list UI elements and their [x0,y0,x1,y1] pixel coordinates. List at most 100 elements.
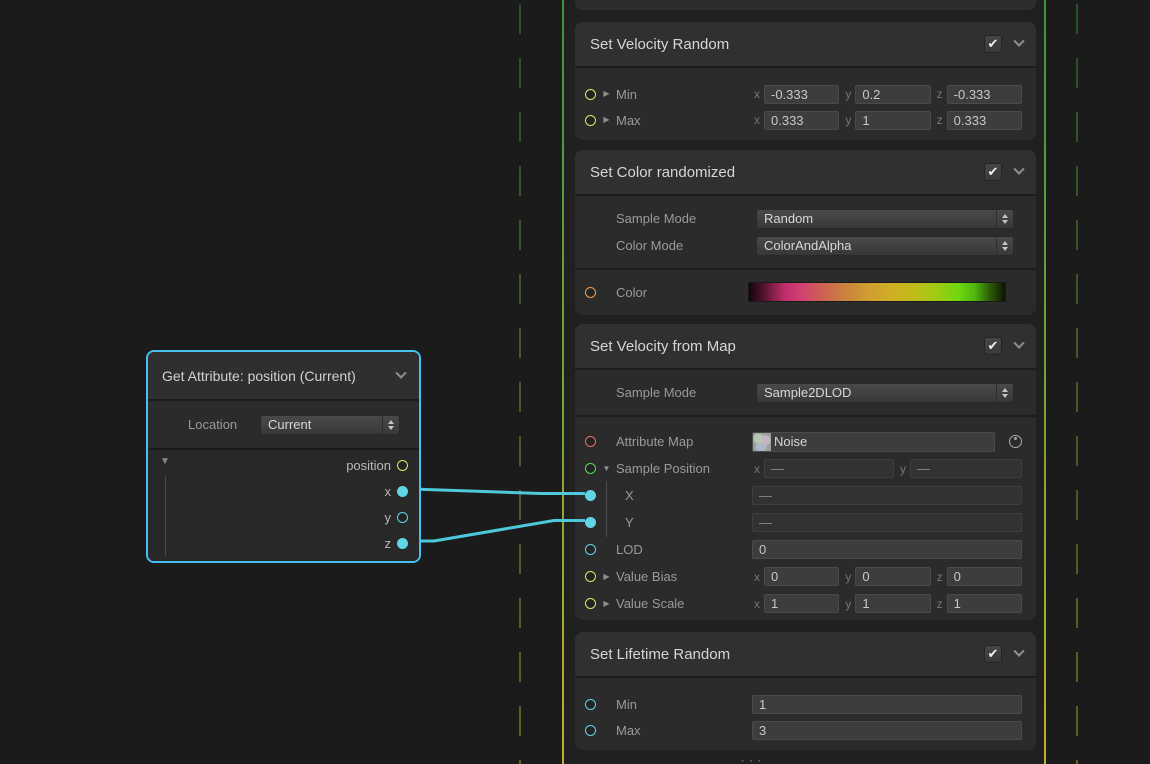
property-row-y: Y— [575,509,1036,536]
expander-expanded-icon[interactable]: ▼ [600,455,613,482]
object-picker-icon[interactable] [1009,435,1022,448]
vfx-graph-canvas[interactable]: Set Velocity Random✔▶Minx-0.333y0.2z-0.3… [0,0,1150,764]
block-title: Set Velocity from Map [590,338,984,355]
chevron-down-icon[interactable] [1013,164,1024,175]
property-label: Max [616,113,748,128]
sample-mode-dropdown[interactable]: Random [756,209,1014,229]
axis-value-field[interactable]: 0 [947,567,1022,586]
setting-row-sample-mode: Sample ModeSample2DLOD [575,379,1036,406]
expander-collapsed-icon[interactable]: ▶ [600,563,613,590]
min-field[interactable]: 1 [752,695,1022,714]
block-set-velocity-random[interactable]: Set Velocity Random✔▶Minx-0.333y0.2z-0.3… [575,22,1036,140]
color-mode-dropdown[interactable]: ColorAndAlpha [756,236,1014,256]
lod-field[interactable]: 0 [752,540,1022,559]
axis-label: z [937,597,943,611]
block-title: Set Color randomized [590,164,984,181]
axis-value-field[interactable]: 1 [764,594,839,613]
location-dropdown[interactable]: Current [260,415,400,435]
enabled-checkbox[interactable]: ✔ [984,163,1002,181]
sample-mode-dropdown[interactable]: Sample2DLOD [756,383,1014,403]
block-set-lifetime-random[interactable]: Set Lifetime Random✔Min1Max3 [575,632,1036,750]
vfx-context[interactable]: Set Velocity Random✔▶Minx-0.333y0.2z-0.3… [562,0,1046,764]
block-set-velocity-from-map[interactable]: Set Velocity from Map✔ Sample ModeSample2… [575,324,1036,620]
block-header[interactable]: Set Color randomized✔ [575,150,1036,194]
port-position[interactable] [397,460,408,471]
block-header[interactable]: Set Velocity Random✔ [575,22,1036,66]
setting-label: Color Mode [616,238,756,253]
port-lod[interactable] [585,544,596,555]
port-y[interactable] [585,517,596,528]
dropdown-arrows-icon [996,237,1013,255]
location-label: Location [188,417,260,432]
port-y[interactable] [397,512,408,523]
port-x[interactable] [585,490,596,501]
value-area: x0y0z0 [748,567,1022,586]
y-linked-field[interactable]: — [752,513,1022,532]
port-color[interactable] [585,287,596,298]
node-get-attribute-position[interactable]: Get Attribute: position (Current) Locati… [146,350,421,563]
max-field[interactable]: 3 [752,721,1022,740]
enabled-checkbox[interactable]: ✔ [984,337,1002,355]
property-row-value-scale: ▶Value Scalex1y1z1 [575,590,1036,617]
block-title: Set Velocity Random [590,36,984,53]
axis-value-field[interactable]: 1 [855,111,930,130]
property-label: Sample Position [616,461,748,476]
expander-collapsed-icon[interactable]: ▶ [600,107,613,133]
port-z[interactable] [397,538,408,549]
axis-label: y [845,570,851,584]
port-value-bias[interactable] [585,571,596,582]
axis-value-field[interactable]: 0.2 [855,85,930,104]
enabled-checkbox[interactable]: ✔ [984,645,1002,663]
value-area: — [748,486,1022,505]
port-value-scale[interactable] [585,598,596,609]
value-area: 1 [748,695,1022,714]
sample-mode-dropdown-value: Random [757,211,996,226]
block-set-color-randomized[interactable]: Set Color randomized✔Sample ModeRandomCo… [575,150,1036,315]
axis-value-field[interactable]: — [764,459,894,478]
axis-value-field[interactable]: — [910,459,1022,478]
axis-value-field[interactable]: -0.333 [764,85,839,104]
property-label: Color [616,285,748,300]
axis-value-field[interactable]: 0.333 [947,111,1022,130]
chevron-down-icon[interactable] [395,367,406,378]
axis-label: y [845,87,851,101]
node-header[interactable]: Get Attribute: position (Current) [148,352,419,399]
property-label: Value Scale [616,596,748,611]
axis-label: y [845,597,851,611]
port-attribute-map[interactable] [585,436,596,447]
property-label: Min [616,87,748,102]
output-row-position: position [148,452,419,478]
axis-value-field[interactable]: 1 [947,594,1022,613]
port-min[interactable] [585,699,596,710]
axis-value-field[interactable]: 0 [764,567,839,586]
expander-collapsed-icon[interactable]: ▶ [600,590,613,617]
chevron-down-icon[interactable] [1013,646,1024,657]
port-min[interactable] [585,89,596,100]
axis-value-field[interactable]: 0 [855,567,930,586]
port-x[interactable] [397,486,408,497]
chevron-down-icon[interactable] [1013,36,1024,47]
color-gradient-field[interactable] [748,282,1006,302]
enabled-checkbox[interactable]: ✔ [984,35,1002,53]
block-title: Set Lifetime Random [590,646,984,663]
axis-value-field[interactable]: -0.333 [947,85,1022,104]
outputs-expander-icon[interactable]: ▼ [160,456,170,467]
value-area: Noise [748,432,1022,452]
expander-collapsed-icon[interactable]: ▶ [600,81,613,107]
block-cropped-top[interactable] [575,0,1036,10]
property-row-value-bias: ▶Value Biasx0y0z0 [575,563,1036,590]
node-location-row: Location Current [148,401,419,448]
port-max[interactable] [585,725,596,736]
port-max[interactable] [585,115,596,126]
axis-value-field[interactable]: 0.333 [764,111,839,130]
axis-value-field[interactable]: 1 [855,594,930,613]
block-header[interactable]: Set Lifetime Random✔ [575,632,1036,676]
x-linked-field[interactable]: — [752,486,1022,505]
chevron-down-icon[interactable] [1013,338,1024,349]
setting-label: Sample Mode [616,385,756,400]
object-name: Noise [771,434,807,449]
object-field-noise[interactable]: Noise [752,432,995,452]
axis-label: x [754,570,760,584]
port-sample-position[interactable] [585,463,596,474]
block-header[interactable]: Set Velocity from Map✔ [575,324,1036,368]
